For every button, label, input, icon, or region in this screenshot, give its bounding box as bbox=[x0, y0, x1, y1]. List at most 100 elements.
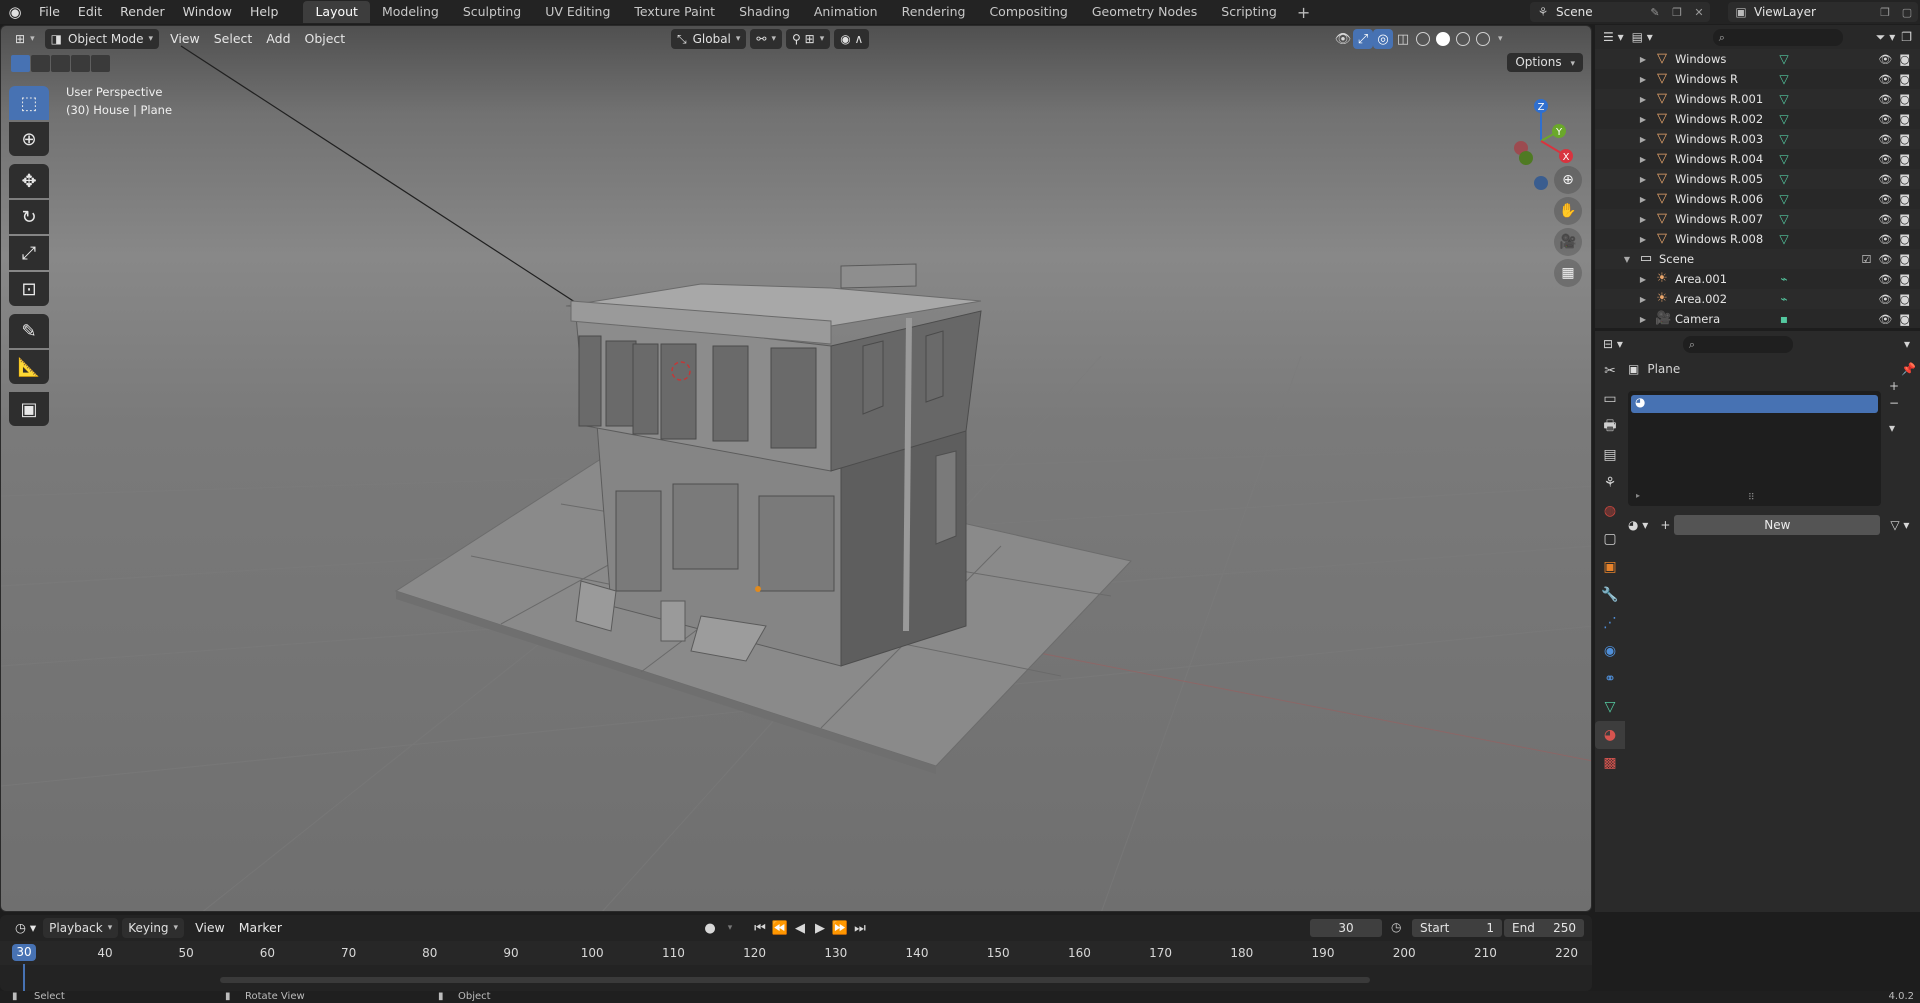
render-camera-icon[interactable]: ◙ bbox=[1899, 153, 1910, 166]
menu-window[interactable]: Window bbox=[174, 0, 241, 24]
options-button[interactable]: Options ▾ bbox=[1507, 53, 1583, 72]
eye-icon[interactable]: 👁 bbox=[1878, 253, 1892, 266]
exclude-checkbox-icon[interactable]: ☑ bbox=[1861, 253, 1871, 266]
outliner-row[interactable]: ▼ ▭ Scene ☑ 👁 ◙ bbox=[1595, 249, 1920, 269]
render-camera-icon[interactable]: ◙ bbox=[1899, 313, 1910, 326]
mesh-data-icon[interactable]: ▽ bbox=[1775, 112, 1793, 126]
mesh-data-icon[interactable]: ▽ bbox=[1775, 152, 1793, 166]
tab-uv-editing[interactable]: UV Editing bbox=[533, 1, 622, 23]
expand-arrow-icon[interactable]: ▶ bbox=[1637, 295, 1649, 304]
outliner-row[interactable]: ▶ ▽ Windows R.007 ▽ 👁 ◙ bbox=[1595, 209, 1920, 229]
expand-icon[interactable]: ▸ bbox=[1636, 491, 1640, 500]
expand-arrow-icon[interactable]: ▶ bbox=[1637, 155, 1649, 164]
render-camera-icon[interactable]: ◙ bbox=[1899, 233, 1910, 246]
menu-edit[interactable]: Edit bbox=[69, 0, 111, 24]
select-invert-icon[interactable] bbox=[71, 55, 90, 72]
eye-icon[interactable]: 👁 bbox=[1878, 53, 1892, 66]
data-tab-icon[interactable]: ▽ bbox=[1595, 693, 1625, 721]
blender-logo-icon[interactable]: ◉ bbox=[0, 0, 30, 24]
eye-icon[interactable]: 👁 bbox=[1878, 233, 1892, 246]
play-reverse-icon[interactable]: ◀ bbox=[790, 918, 810, 938]
slot-specials-icon[interactable]: ▾ bbox=[1889, 421, 1899, 435]
eye-icon[interactable]: 👁 bbox=[1878, 193, 1892, 206]
tab-shading[interactable]: Shading bbox=[727, 1, 802, 23]
visibility-icon[interactable]: 👁 bbox=[1333, 29, 1353, 49]
particles-tab-icon[interactable]: ⋰ bbox=[1595, 609, 1625, 637]
eye-icon[interactable]: 👁 bbox=[1878, 213, 1892, 226]
wireframe-shading-icon[interactable] bbox=[1416, 32, 1430, 46]
outliner-item-name[interactable]: Windows R.001 bbox=[1675, 92, 1775, 106]
render-camera-icon[interactable]: ◙ bbox=[1899, 213, 1910, 226]
end-frame-field[interactable]: End 250 bbox=[1504, 919, 1584, 937]
resize-handle-icon[interactable]: ⠿ bbox=[1748, 493, 1755, 503]
jump-end-icon[interactable]: ⏭ bbox=[850, 918, 870, 938]
chevron-down-icon[interactable]: ▾ bbox=[720, 918, 740, 938]
eye-icon[interactable]: 👁 bbox=[1878, 73, 1892, 86]
xray-icon[interactable]: ◫ bbox=[1393, 29, 1413, 49]
outliner-row[interactable]: ▶ 🎥 Camera ▪ 👁 ◙ bbox=[1595, 309, 1920, 328]
light-data-icon[interactable]: ⌁ bbox=[1775, 272, 1793, 286]
select-box-tool-icon[interactable]: ⬚ bbox=[9, 86, 49, 120]
scene-tab-icon[interactable]: ⚘ bbox=[1595, 469, 1625, 497]
light-data-icon[interactable]: ⌁ bbox=[1775, 292, 1793, 306]
expand-arrow-icon[interactable]: ▶ bbox=[1637, 315, 1649, 324]
properties-search-input[interactable]: ⌕ bbox=[1682, 335, 1793, 353]
outliner-item-name[interactable]: Scene bbox=[1659, 252, 1759, 266]
outliner-row[interactable]: ▶ ▽ Windows R.003 ▽ 👁 ◙ bbox=[1595, 129, 1920, 149]
world-tab-icon[interactable]: ◍ bbox=[1595, 497, 1625, 525]
link-data-icon[interactable]: ▽ ▾ bbox=[1890, 518, 1909, 532]
constraints-tab-icon[interactable]: ⚭ bbox=[1595, 665, 1625, 693]
tab-sculpting[interactable]: Sculpting bbox=[451, 1, 533, 23]
mesh-data-icon[interactable]: ▽ bbox=[1775, 172, 1793, 186]
transform-orientation-dropdown[interactable]: ⤡ Global ▾ bbox=[671, 29, 747, 49]
expand-arrow-icon[interactable]: ▶ bbox=[1637, 115, 1649, 124]
filter-icon[interactable]: ⏷ ▾ bbox=[1876, 30, 1895, 45]
physics-tab-icon[interactable]: ◉ bbox=[1595, 637, 1625, 665]
pivot-dropdown[interactable]: ⚯ ▾ bbox=[750, 29, 783, 49]
expand-arrow-icon[interactable]: ▶ bbox=[1637, 235, 1649, 244]
pin-icon[interactable]: 📌 bbox=[1901, 362, 1916, 376]
browse-material-icon[interactable]: ◕ ▾ bbox=[1628, 518, 1648, 532]
chevron-down-icon[interactable]: ▾ bbox=[1904, 337, 1910, 351]
new-scene-icon[interactable]: ❐ bbox=[1666, 6, 1688, 19]
outliner-item-name[interactable]: Windows R bbox=[1675, 72, 1775, 86]
outliner-item-name[interactable]: Windows R.002 bbox=[1675, 112, 1775, 126]
add-cube-tool-icon[interactable]: ▣ bbox=[9, 392, 49, 426]
eye-icon[interactable]: 👁 bbox=[1878, 93, 1892, 106]
move-tool-icon[interactable]: ✥ bbox=[9, 164, 49, 198]
current-frame-field[interactable]: 30 bbox=[1310, 919, 1382, 937]
cursor-tool-icon[interactable]: ⊕ bbox=[9, 122, 49, 156]
mesh-data-icon[interactable]: ▽ bbox=[1775, 192, 1793, 206]
playback-menu[interactable]: Playback ▾ bbox=[43, 918, 119, 938]
gizmo-neg-z[interactable] bbox=[1534, 176, 1548, 190]
playhead-line[interactable] bbox=[23, 964, 25, 991]
scene-selector[interactable]: ⚘ Scene ✎ ❐ ✕ bbox=[1530, 2, 1710, 22]
scale-tool-icon[interactable]: ⤢ bbox=[9, 236, 49, 270]
chevron-down-icon[interactable]: ▾ bbox=[1498, 34, 1503, 44]
mesh-data-icon[interactable]: ▽ bbox=[1775, 212, 1793, 226]
outliner-item-name[interactable]: Area.002 bbox=[1675, 292, 1775, 306]
select-extend-icon[interactable] bbox=[31, 55, 50, 72]
mesh-data-icon[interactable]: ▽ bbox=[1775, 232, 1793, 246]
ortho-grid-icon[interactable]: ▦ bbox=[1554, 259, 1582, 287]
eye-icon[interactable]: 👁 bbox=[1878, 113, 1892, 126]
eye-icon[interactable]: 👁 bbox=[1878, 273, 1892, 286]
view-layer-selector[interactable]: ▣ ViewLayer ❐ ▢ bbox=[1728, 2, 1918, 22]
render-tab-icon[interactable]: ▭ bbox=[1595, 385, 1625, 413]
select-intersect-icon[interactable] bbox=[91, 55, 110, 72]
view-layer-name[interactable]: ViewLayer bbox=[1754, 5, 1874, 19]
keying-menu[interactable]: Keying ▾ bbox=[122, 918, 185, 938]
render-camera-icon[interactable]: ◙ bbox=[1899, 113, 1910, 126]
expand-arrow-icon[interactable]: ▶ bbox=[1637, 95, 1649, 104]
expand-arrow-icon[interactable]: ▶ bbox=[1637, 215, 1649, 224]
select-subtract-icon[interactable] bbox=[51, 55, 70, 72]
record-icon[interactable]: ● bbox=[700, 918, 720, 938]
mode-dropdown[interactable]: ◨ Object Mode ▾ bbox=[44, 29, 160, 49]
material-slot[interactable]: ◕ bbox=[1631, 395, 1878, 413]
zoom-icon[interactable]: ⊕ bbox=[1554, 166, 1582, 194]
render-camera-icon[interactable]: ◙ bbox=[1899, 293, 1910, 306]
object-tab-icon[interactable]: ▣ bbox=[1595, 553, 1625, 581]
play-icon[interactable]: ▶ bbox=[810, 918, 830, 938]
render-camera-icon[interactable]: ◙ bbox=[1899, 173, 1910, 186]
mesh-data-icon[interactable]: ▽ bbox=[1775, 52, 1793, 66]
